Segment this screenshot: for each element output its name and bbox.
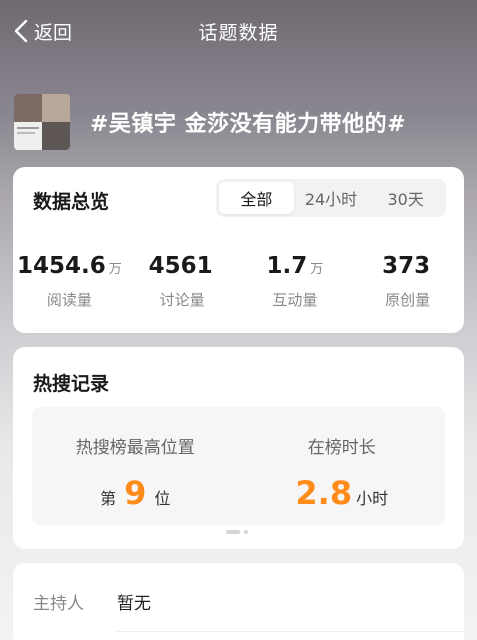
divider (117, 631, 464, 632)
tab-24h[interactable]: 24小时 (294, 182, 369, 214)
stat-interactions: 1.7 万 互动量 (239, 253, 352, 310)
highest-rank-label: 热搜榜最高位置 (75, 438, 195, 458)
stats-row: 1454.6 万 阅读量 4561 讨论量 1.7 万 互动量 373 原创量 (13, 253, 464, 310)
on-list-duration: 在榜时长 2.8 小时 (239, 407, 446, 525)
tab-30d[interactable]: 30天 (368, 182, 443, 214)
stat-value: 1454.6 (16, 253, 106, 279)
stat-value: 373 (382, 253, 431, 279)
stat-discussions: 4561 讨论量 (126, 253, 239, 310)
stat-unit: 万 (108, 262, 122, 277)
stat-label: 互动量 (272, 291, 318, 309)
topic-title: #吴镇宇 金莎没有能力带他的# (90, 112, 407, 137)
stat-label: 原创量 (385, 291, 431, 309)
rank-prefix: 第 (100, 489, 117, 508)
host-value: 暂无 (117, 594, 151, 614)
stat-value: 1.7 (266, 253, 308, 279)
page-indicator (226, 530, 248, 534)
stat-label: 讨论量 (159, 291, 205, 309)
rank-value: 9 (124, 474, 147, 512)
stat-originals: 373 原创量 (351, 253, 464, 310)
chevron-left-icon (14, 19, 28, 43)
data-overview-card: 数据总览 全部 24小时 30天 1454.6 万 阅读量 4561 讨论量 1… (13, 167, 464, 333)
stat-label: 阅读量 (46, 291, 92, 309)
duration-suffix: 小时 (356, 489, 389, 508)
topic-header: #吴镇宇 金莎没有能力带他的# (14, 94, 406, 150)
topic-thumbnail[interactable] (14, 94, 70, 150)
host-card: 主持人 暂无 (13, 563, 464, 640)
stat-unit: 万 (310, 262, 324, 277)
navigation-bar: 返回 话题数据 (0, 0, 477, 62)
highest-rank: 热搜榜最高位置 第 9 位 (32, 407, 239, 525)
back-label: 返回 (34, 21, 73, 44)
hot-search-panel[interactable]: 热搜榜最高位置 第 9 位 在榜时长 2.8 小时 (32, 407, 445, 525)
back-button[interactable]: 返回 (12, 16, 72, 46)
overview-title: 数据总览 (33, 191, 110, 213)
page-title: 话题数据 (198, 21, 279, 44)
rank-suffix: 位 (154, 489, 171, 508)
hot-search-title: 热搜记录 (33, 373, 110, 395)
tab-all[interactable]: 全部 (219, 182, 294, 214)
host-label: 主持人 (33, 594, 84, 614)
stat-reads: 1454.6 万 阅读量 (13, 253, 126, 310)
duration-label: 在榜时长 (307, 438, 376, 458)
hot-search-card: 热搜记录 热搜榜最高位置 第 9 位 在榜时长 2.8 小时 (13, 347, 464, 549)
stat-value: 4561 (148, 253, 213, 279)
duration-value: 2.8 (295, 474, 353, 512)
time-range-tabs: 全部 24小时 30天 (216, 179, 446, 217)
